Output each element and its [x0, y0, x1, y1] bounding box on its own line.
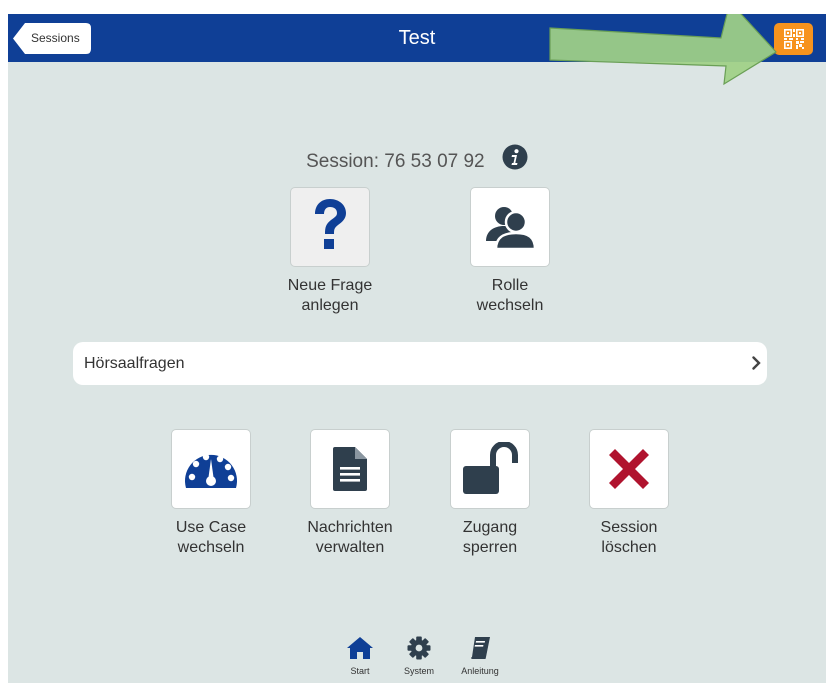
messages-label: Nachrichten verwalten — [307, 519, 393, 556]
cross-icon — [609, 449, 649, 489]
use-case-button[interactable] — [172, 430, 250, 508]
app-screen: Test Sessions Session: 76 53 07 92 Neue … — [8, 14, 826, 683]
tab-start[interactable]: Start — [335, 636, 385, 676]
messages-button[interactable] — [311, 430, 389, 508]
session-info: Session: 76 53 07 92 — [8, 144, 826, 176]
new-question-button[interactable] — [291, 188, 369, 266]
use-case-tile[interactable]: Use Case wechseln — [136, 430, 286, 558]
annotation-arrow — [549, 14, 777, 86]
lock-access-label: Zugang sperren — [462, 519, 518, 556]
chevron-right-icon — [752, 356, 761, 370]
use-case-label: Use Case wechseln — [175, 519, 247, 556]
gear-icon — [407, 636, 431, 660]
document-icon — [333, 447, 367, 491]
switch-role-label: Rolle wechseln — [476, 277, 544, 314]
messages-tile[interactable]: Nachrichten verwalten — [275, 430, 425, 558]
switch-role-tile[interactable]: Rolle wechseln — [435, 188, 585, 316]
lock-access-tile[interactable]: Zugang sperren — [415, 430, 565, 558]
home-icon — [347, 637, 373, 659]
lock-access-button[interactable] — [451, 430, 529, 508]
tab-guide[interactable]: Anleitung — [455, 636, 505, 676]
lecture-questions-label: Hörsaalfragen — [84, 355, 185, 372]
info-icon[interactable] — [502, 144, 528, 176]
switch-role-button[interactable] — [471, 188, 549, 266]
delete-session-tile[interactable]: Session löschen — [554, 430, 704, 558]
tab-system[interactable]: System — [394, 636, 444, 676]
lecture-questions-row[interactable]: Hörsaalfragen — [73, 342, 767, 385]
back-button[interactable]: Sessions — [13, 23, 91, 54]
qr-code-icon — [783, 29, 804, 49]
tab-bar: Start System Anleitung — [8, 626, 826, 683]
session-number: Session: 76 53 07 92 — [306, 151, 485, 173]
back-button-label: Sessions — [31, 31, 80, 45]
users-icon — [486, 207, 536, 249]
new-question-label: Neue Frage anlegen — [287, 277, 373, 314]
delete-session-label: Session löschen — [600, 519, 658, 556]
gauge-icon — [185, 453, 237, 488]
delete-session-button[interactable] — [590, 430, 668, 508]
unlock-icon — [463, 442, 518, 494]
question-icon — [315, 199, 346, 249]
book-icon — [471, 637, 490, 659]
qr-code-button[interactable] — [774, 23, 813, 55]
new-question-tile[interactable]: Neue Frage anlegen — [255, 188, 405, 316]
